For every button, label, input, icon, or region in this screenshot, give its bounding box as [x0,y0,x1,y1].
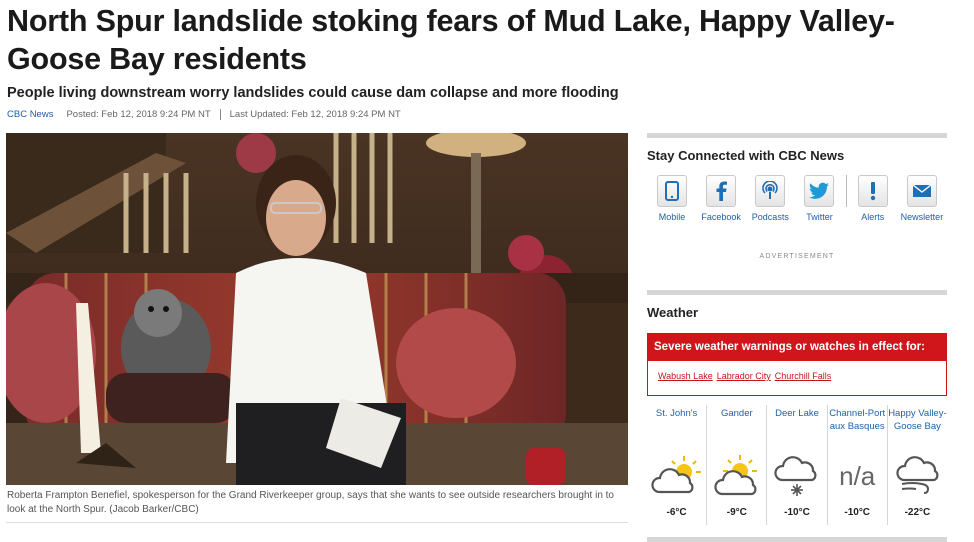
source-link[interactable]: CBC News [7,109,53,120]
forecast-city: Channel-Port aux Basques [829,408,886,432]
advertisement-label: ADVERTISEMENT [759,253,835,260]
social-label: Podcasts [751,212,789,222]
forecast-deer-lake[interactable]: Deer Lake -10°C [767,405,828,525]
photo-caption: Roberta Frampton Benefiel, spokesperson … [7,490,614,515]
forecast-channel-port-aux-basques[interactable]: Channel-Port aux Basques n/a -10°C [828,405,888,525]
forecast-temp: -9°C [726,507,747,518]
updated-date: Last Updated: Feb 12, 2018 9:24 PM NT [229,109,401,120]
warning-link-wabush-lake[interactable]: Wabush Lake [658,371,713,381]
social-twitter[interactable]: Twitter [796,175,842,222]
article-deck: People living downstream worry landslide… [7,85,619,101]
social-title: Stay Connected with CBC News [647,148,845,163]
forecast-city: Happy Valley-Goose Bay [888,408,947,432]
social-links: Mobile Facebook Podcasts Twitter Alerts … [649,175,945,222]
envelope-icon [912,184,932,197]
alert-icon [870,182,875,201]
section-divider [647,537,947,542]
weather-title: Weather [647,305,699,320]
not-available-icon: n/a [839,460,876,491]
caption-divider [6,522,628,523]
social-podcasts[interactable]: Podcasts [747,175,793,222]
weather-forecast: St. John's -6°C Gander -9°C Deer Lake -1… [647,405,947,525]
section-divider [647,290,947,295]
partly-cloudy-icon [714,455,757,496]
forecast-gander[interactable]: Gander -9°C [707,405,768,525]
byline-divider [219,109,221,120]
forecast-city: St. John's [655,408,698,419]
social-label: Facebook [701,212,741,222]
social-facebook[interactable]: Facebook [698,175,744,222]
social-label: Newsletter [900,212,944,222]
facebook-icon [716,181,728,201]
warning-link-labrador-city[interactable]: Labrador City [717,371,771,381]
byline: CBC News Posted: Feb 12, 2018 9:24 PM NT… [7,109,401,120]
forecast-temp: -10°C [844,507,871,518]
social-divider [845,175,847,207]
forecast-temp: -22°C [904,507,931,518]
posted-date: Posted: Feb 12, 2018 9:24 PM NT [66,109,211,120]
forecast-st-johns[interactable]: St. John's -6°C [647,405,708,525]
social-newsletter[interactable]: Newsletter [899,175,945,222]
podcast-icon [762,181,779,199]
twitter-icon [809,182,830,199]
forecast-happy-valley-goose-bay[interactable]: Happy Valley-Goose Bay -22°C [888,405,947,525]
warning-link-churchill-falls[interactable]: Churchill Falls [775,371,832,381]
mobile-icon [665,181,679,201]
forecast-temp: -6°C [666,507,687,518]
article-headline: North Spur landslide stoking fears of Mu… [7,4,895,76]
warning-heading: Severe weather warnings or watches in ef… [648,334,946,361]
social-label: Mobile [658,212,686,222]
cloud-snow-icon [774,456,817,496]
social-label: Twitter [806,212,833,222]
partly-cloudy-icon [650,456,701,494]
social-label: Alerts [861,212,885,222]
cloud-wind-icon [896,456,939,494]
forecast-city: Gander [720,408,753,419]
forecast-temp: -10°C [784,507,810,518]
article-photo [6,133,628,485]
section-divider [647,133,947,138]
social-mobile[interactable]: Mobile [649,175,695,222]
forecast-city: Deer Lake [775,408,819,419]
social-alerts[interactable]: Alerts [850,175,896,222]
weather-warning-box: Severe weather warnings or watches in ef… [647,333,947,396]
